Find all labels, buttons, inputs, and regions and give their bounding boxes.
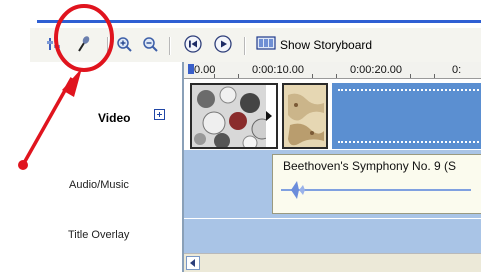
window-top-strip [37,20,481,23]
narrate-timeline-button[interactable] [73,35,93,58]
show-storyboard-button[interactable]: Show Storyboard [256,34,372,56]
ruler-tick-label: 0.00 [194,64,216,76]
title-overlay-track-label: Title Overlay [68,229,130,241]
storyboard-icon [256,35,276,56]
rewind-icon [184,34,202,58]
toolbar-separator [107,37,109,55]
ruler-tick-label: 0:00:20.00 [350,64,402,76]
audio-music-track: Beethoven's Symphony No. 9 (S [184,150,481,218]
show-storyboard-label: Show Storyboard [280,38,373,52]
zoom-out-icon [142,36,158,57]
track-label-column: Video Audio/Music Title Overlay [30,62,182,272]
toolbar-separator [244,37,246,55]
timeline-horizontal-scrollbar[interactable] [184,253,481,272]
movie-maker-timeline-window: Show Storyboard Video Audio/Music Title … [0,0,481,272]
video-clip-thumbnail[interactable] [282,83,328,149]
video-track [184,79,481,149]
ruler-tick [336,74,337,78]
set-audio-levels-button[interactable] [44,36,64,56]
audio-music-track-label: Audio/Music [69,179,129,191]
time-ruler[interactable]: 0.00 0:00:10.00 0:00:20.00 0: [184,62,481,79]
toolbar-separator [169,37,171,55]
zoom-out-button[interactable] [140,36,160,56]
audio-clip-title: Beethoven's Symphony No. 9 (S [283,159,457,173]
ruler-tick-label: 0: [452,64,462,76]
ruler-tick [214,74,215,78]
ruler-tick [312,74,313,78]
video-drop-slot[interactable] [332,83,481,149]
ruler-tick-label: 0:00:10.00 [252,64,304,76]
zoom-in-button[interactable] [114,36,134,56]
ruler-tick [434,74,435,78]
audio-waveform [281,181,471,199]
play-button[interactable] [213,34,233,58]
annotation-dot [18,160,28,170]
title-overlay-track[interactable] [184,219,481,253]
expand-video-track-button[interactable] [154,109,165,120]
video-clip-thumbnail[interactable] [190,83,278,149]
timeline-area: 0.00 0:00:10.00 0:00:20.00 0: Beethoven'… [182,62,481,272]
set-audio-levels-icon [46,36,62,57]
scroll-left-button[interactable] [186,256,200,270]
video-track-label: Video [98,111,131,125]
ruler-tick [238,74,239,78]
microphone-icon [75,35,91,58]
audio-clip[interactable]: Beethoven's Symphony No. 9 (S [272,154,481,214]
rewind-button[interactable] [183,34,203,58]
chevron-left-icon [189,254,197,272]
ruler-tick [410,74,411,78]
play-icon [214,34,232,58]
zoom-in-icon [116,36,132,57]
timeline-toolbar: Show Storyboard [30,28,481,62]
